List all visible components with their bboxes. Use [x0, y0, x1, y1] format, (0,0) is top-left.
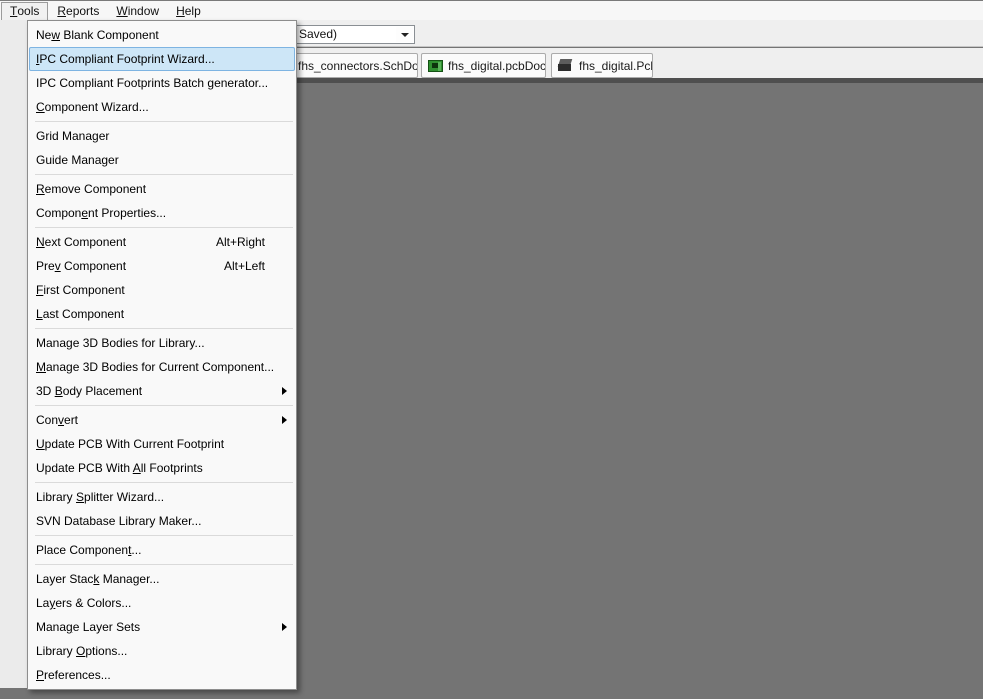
- menu-item-manage-3d-bodies-for-current-component[interactable]: Manage 3D Bodies for Current Component..…: [29, 355, 295, 379]
- menu-item-update-pcb-with-all-footprints[interactable]: Update PCB With All Footprints: [29, 456, 295, 480]
- menubar-item-help[interactable]: Help: [168, 2, 209, 20]
- tab-fhs-digital-pcblib[interactable]: fhs_digital.PcbLib: [551, 53, 653, 78]
- combobox-value: Saved): [299, 27, 338, 41]
- tools-menu-dropdown: New Blank Component IPC Compliant Footpri…: [27, 20, 297, 690]
- menu-item-label: Manage 3D Bodies for Current Component..…: [36, 360, 275, 374]
- menu-item-svn-database-library-maker[interactable]: SVN Database Library Maker...: [29, 509, 295, 533]
- menu-item-layer-stack-manager[interactable]: Layer Stack Manager...: [29, 567, 295, 591]
- menu-item-manage-layer-sets[interactable]: Manage Layer Sets: [29, 615, 295, 639]
- menu-item-label: Library Options...: [36, 644, 128, 658]
- menu-item-shortcut: Alt+Left: [223, 259, 265, 273]
- menu-item-label: Preferences...: [36, 668, 111, 682]
- menu-item-label: Update PCB With All Footprints: [36, 461, 203, 475]
- menu-separator: [35, 482, 293, 483]
- menu-item-label: IPC Compliant Footprints Batch generator…: [36, 76, 269, 90]
- left-edge-strip: [0, 20, 27, 688]
- menu-separator: [35, 405, 293, 406]
- menu-item-shortcut: Alt+Right: [215, 235, 265, 249]
- menu-item-manage-3d-bodies-for-library[interactable]: Manage 3D Bodies for Library...: [29, 331, 295, 355]
- tab-label: fhs_digital.PcbLib: [579, 58, 652, 73]
- menu-item-place-component[interactable]: Place Component...: [29, 538, 295, 562]
- menu-item-label: SVN Database Library Maker...: [36, 514, 202, 528]
- menu-item-label: Grid Manager: [36, 129, 110, 143]
- menu-item-last-component[interactable]: Last Component: [29, 302, 295, 326]
- menu-item-update-pcb-with-current-footprint[interactable]: Update PCB With Current Footprint: [29, 432, 295, 456]
- tab-label: fhs_digital.pcbDoc: [448, 58, 546, 73]
- dropdown-arrow-icon[interactable]: [396, 27, 413, 42]
- submenu-arrow-icon: [282, 623, 287, 631]
- menu-item-3d-body-placement[interactable]: 3D Body Placement: [29, 379, 295, 403]
- menu-separator: [35, 328, 293, 329]
- menu-separator: [35, 564, 293, 565]
- menu-item-ipc-compliant-footprints-batch-generator[interactable]: IPC Compliant Footprints Batch generator…: [29, 71, 295, 95]
- menubar-item-reports[interactable]: Reports: [49, 2, 107, 20]
- menu-item-label: Last Component: [36, 307, 125, 321]
- menubar: Tools Reports Window Help: [0, 1, 983, 20]
- menu-item-ipc-compliant-footprint-wizard[interactable]: IPC Compliant Footprint Wizard...: [29, 47, 295, 71]
- menu-item-label: Layer Stack Manager...: [36, 572, 160, 586]
- menu-item-preferences[interactable]: Preferences...: [29, 663, 295, 687]
- menu-item-label: Prev Component: [36, 259, 127, 273]
- menu-item-label: Manage Layer Sets: [36, 620, 141, 634]
- menu-item-next-component[interactable]: Next Component Alt+Right: [29, 230, 295, 254]
- menu-item-first-component[interactable]: First Component: [29, 278, 295, 302]
- menu-item-label: Next Component: [36, 235, 127, 249]
- menu-item-label: Manage 3D Bodies for Library...: [36, 336, 205, 350]
- menu-separator: [35, 535, 293, 536]
- menu-item-label: IPC Compliant Footprint Wizard...: [36, 52, 215, 66]
- menu-item-label: Remove Component: [36, 182, 147, 196]
- menu-item-label: Component Wizard...: [36, 100, 149, 114]
- menu-item-label: Convert: [36, 413, 79, 427]
- pcb-library-icon: [558, 59, 574, 72]
- menu-item-convert[interactable]: Convert: [29, 408, 295, 432]
- menu-item-remove-component[interactable]: Remove Component: [29, 177, 295, 201]
- menu-item-library-options[interactable]: Library Options...: [29, 639, 295, 663]
- submenu-arrow-icon: [282, 416, 287, 424]
- menu-item-component-wizard[interactable]: Component Wizard...: [29, 95, 295, 119]
- app-window: { "menubar": { "items": [ {"label": "Too…: [0, 0, 983, 699]
- menu-item-grid-manager[interactable]: Grid Manager: [29, 124, 295, 148]
- menu-item-label: Library Splitter Wizard...: [36, 490, 165, 504]
- menu-item-label: First Component: [36, 283, 125, 297]
- tab-fhs-digital-pcbdoc[interactable]: fhs_digital.pcbDoc: [421, 53, 546, 78]
- menu-item-new-blank-component[interactable]: New Blank Component: [29, 23, 295, 47]
- menu-item-prev-component[interactable]: Prev Component Alt+Left: [29, 254, 295, 278]
- menu-separator: [35, 227, 293, 228]
- menu-item-label: Guide Manager: [36, 153, 119, 167]
- menu-separator: [35, 174, 293, 175]
- menu-item-label: Update PCB With Current Footprint: [36, 437, 225, 451]
- submenu-arrow-icon: [282, 387, 287, 395]
- menu-item-label: 3D Body Placement: [36, 384, 143, 398]
- menu-item-guide-manager[interactable]: Guide Manager: [29, 148, 295, 172]
- menu-item-label: Layers & Colors...: [36, 596, 132, 610]
- menu-item-label: Component Properties...: [36, 206, 167, 220]
- menu-separator: [35, 121, 293, 122]
- menu-item-label: New Blank Component: [36, 28, 159, 42]
- menu-item-label: Place Component...: [36, 543, 142, 557]
- pcb-document-icon: [428, 59, 443, 72]
- menubar-item-window[interactable]: Window: [108, 2, 167, 20]
- menu-item-library-splitter-wizard[interactable]: Library Splitter Wizard...: [29, 485, 295, 509]
- menu-item-component-properties[interactable]: Component Properties...: [29, 201, 295, 225]
- menubar-item-tools[interactable]: Tools: [1, 1, 49, 20]
- menu-item-layers-colors[interactable]: Layers & Colors...: [29, 591, 295, 615]
